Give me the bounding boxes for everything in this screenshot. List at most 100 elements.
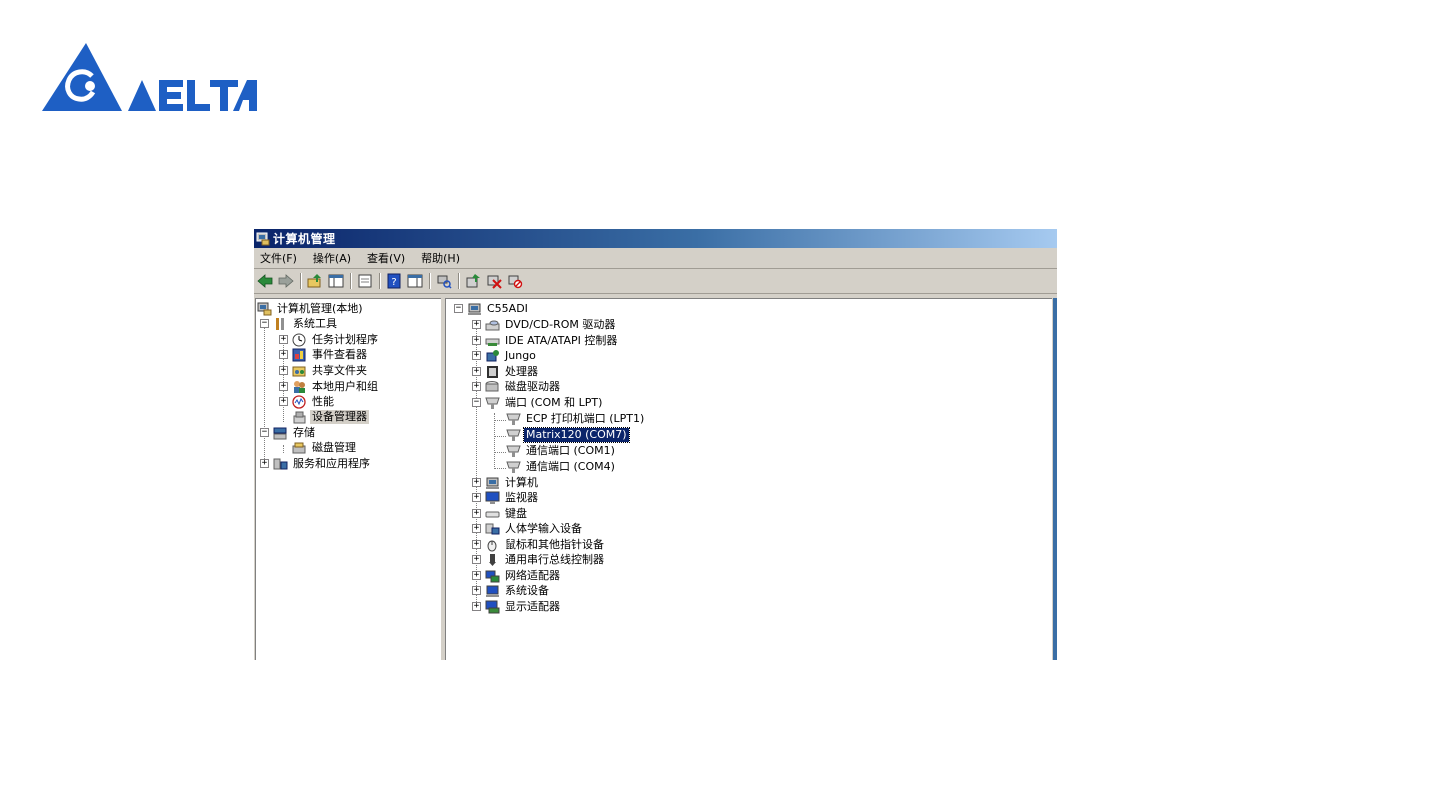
device-node-computer-root[interactable]: − C55ADI — [454, 301, 530, 316]
event-viewer-icon — [292, 348, 307, 362]
device-node-ecp-port[interactable]: ECP 打印机端口 (LPT1) — [506, 411, 646, 426]
tree-node-shared-folders[interactable]: + 共享文件夹 — [279, 363, 369, 378]
console-tree-pane[interactable]: 计算机管理(本地) − 系统工具 + 任务计划程序 + 事件查看器 + 共享文件… — [255, 298, 441, 660]
update-driver-button[interactable] — [464, 272, 482, 290]
device-node-matrix120[interactable]: Matrix120 (COM7) — [506, 426, 630, 443]
collapse-icon[interactable]: − — [454, 304, 463, 313]
services-icon — [273, 457, 288, 471]
device-node-usb[interactable]: + 通用串行总线控制器 — [472, 552, 606, 567]
device-node-ide[interactable]: + IDE ATA/ATAPI 控制器 — [472, 333, 619, 348]
storage-icon — [273, 426, 288, 440]
toolbar: ? — [254, 269, 1057, 294]
tree-node-local-users[interactable]: + 本地用户和组 — [279, 379, 380, 394]
expand-icon[interactable]: + — [472, 509, 481, 518]
port-icon — [506, 460, 521, 474]
menu-view[interactable]: 查看(V) — [367, 250, 405, 266]
forward-button[interactable] — [277, 272, 295, 290]
device-node-dvd[interactable]: + DVD/CD-ROM 驱动器 — [472, 317, 617, 332]
title-bar[interactable]: 计算机管理 — [254, 229, 1057, 248]
device-node-mice[interactable]: + 鼠标和其他指针设备 — [472, 537, 606, 552]
device-node-network[interactable]: + 网络适配器 — [472, 568, 562, 583]
device-node-display[interactable]: + 显示适配器 — [472, 599, 562, 614]
expand-icon[interactable]: + — [472, 351, 481, 360]
device-tree-pane[interactable]: − C55ADI + DVD/CD-ROM 驱动器 + IDE ATA/ATAP… — [445, 298, 1052, 660]
tree-node-performance[interactable]: + 性能 — [279, 394, 336, 409]
device-node-monitors[interactable]: + 监视器 — [472, 490, 540, 505]
tree-node-services-apps[interactable]: + 服务和应用程序 — [260, 456, 372, 471]
port-icon — [506, 444, 521, 458]
device-manager-icon — [292, 410, 307, 424]
users-icon — [292, 380, 307, 394]
usb-icon — [485, 553, 500, 567]
device-node-keyboards[interactable]: + 键盘 — [472, 506, 529, 521]
device-node-com4[interactable]: 通信端口 (COM4) — [506, 459, 617, 474]
device-node-processor[interactable]: + 处理器 — [472, 364, 540, 379]
menu-bar: 文件(F) 操作(A) 查看(V) 帮助(H) — [254, 248, 1057, 269]
expand-icon[interactable]: + — [472, 320, 481, 329]
expand-icon[interactable]: + — [472, 382, 481, 391]
expand-icon[interactable]: + — [472, 555, 481, 564]
disable-device-icon — [508, 275, 523, 289]
back-button[interactable] — [256, 272, 274, 290]
device-node-disk-drives[interactable]: + 磁盘驱动器 — [472, 379, 562, 394]
tree-node-event-viewer[interactable]: + 事件查看器 — [279, 347, 369, 362]
action-pane-icon — [407, 274, 423, 288]
tree-node-system-tools[interactable]: − 系统工具 — [260, 316, 339, 331]
expand-icon[interactable]: + — [472, 493, 481, 502]
tree-connector — [494, 452, 506, 453]
expand-icon[interactable]: + — [472, 367, 481, 376]
disk-drive-icon — [485, 380, 500, 394]
expand-icon[interactable]: + — [472, 524, 481, 533]
toolbar-separator — [350, 273, 352, 289]
show-hide-tree-button[interactable] — [327, 272, 345, 290]
performance-icon — [292, 394, 307, 409]
menu-action[interactable]: 操作(A) — [313, 250, 351, 266]
expand-icon[interactable]: + — [279, 397, 288, 406]
vertical-scrollbar[interactable] — [1053, 298, 1057, 660]
tree-node-disk-management[interactable]: 磁盘管理 — [292, 440, 358, 455]
monitor-icon — [485, 491, 500, 505]
tree-connector — [494, 468, 506, 469]
processor-icon — [485, 365, 500, 379]
menu-help[interactable]: 帮助(H) — [421, 250, 460, 266]
expand-icon[interactable]: + — [279, 366, 288, 375]
device-node-jungo[interactable]: + Jungo — [472, 348, 538, 363]
expand-icon[interactable]: + — [472, 336, 481, 345]
disable-device-button[interactable] — [506, 272, 524, 290]
expand-icon[interactable]: + — [260, 459, 269, 468]
device-node-com1[interactable]: 通信端口 (COM1) — [506, 443, 617, 458]
jungo-icon — [485, 349, 500, 363]
computer-icon — [485, 476, 500, 490]
port-icon — [506, 412, 521, 426]
expand-icon[interactable]: + — [279, 335, 288, 344]
uninstall-button[interactable] — [485, 272, 503, 290]
menu-file[interactable]: 文件(F) — [260, 250, 297, 266]
tree-node-device-manager[interactable]: 设备管理器 — [292, 409, 369, 424]
clock-icon — [292, 333, 307, 347]
expand-icon[interactable]: + — [472, 586, 481, 595]
console-tree-icon — [328, 274, 344, 288]
tree-node-task-scheduler[interactable]: + 任务计划程序 — [279, 332, 380, 347]
tree-node-computer-management[interactable]: 计算机管理(本地) — [257, 301, 365, 316]
tree-node-storage[interactable]: − 存储 — [260, 425, 317, 440]
properties-button[interactable] — [356, 272, 374, 290]
scan-hardware-button[interactable] — [435, 272, 453, 290]
properties-icon — [358, 274, 372, 288]
device-node-hid[interactable]: + 人体学输入设备 — [472, 521, 584, 536]
expand-icon[interactable]: + — [279, 382, 288, 391]
device-node-ports[interactable]: − 端口 (COM 和 LPT) — [472, 395, 604, 410]
expand-icon[interactable]: + — [472, 571, 481, 580]
collapse-icon[interactable]: − — [260, 319, 269, 328]
collapse-icon[interactable]: − — [260, 428, 269, 437]
expand-icon[interactable]: + — [279, 350, 288, 359]
expand-icon[interactable]: + — [472, 478, 481, 487]
collapse-icon[interactable]: − — [472, 398, 481, 407]
expand-icon[interactable]: + — [472, 540, 481, 549]
update-driver-icon — [466, 274, 480, 288]
expand-icon[interactable]: + — [472, 602, 481, 611]
help-button[interactable]: ? — [385, 272, 403, 290]
show-hide-action-pane-button[interactable] — [406, 272, 424, 290]
up-level-button[interactable] — [306, 272, 324, 290]
device-node-system-devices[interactable]: + 系统设备 — [472, 583, 551, 598]
device-node-computer[interactable]: + 计算机 — [472, 475, 540, 490]
